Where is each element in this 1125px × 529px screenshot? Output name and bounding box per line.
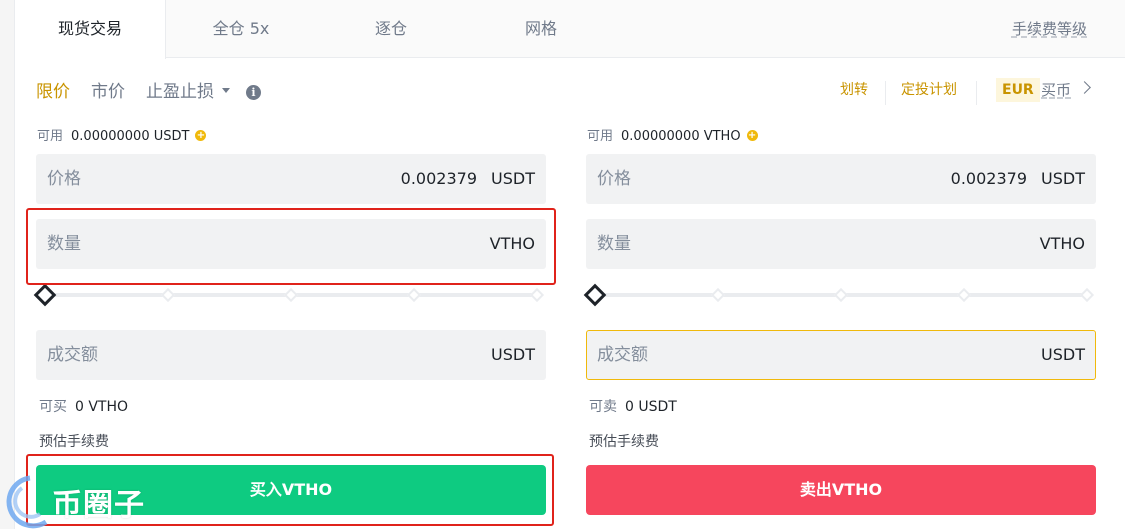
divider (976, 81, 977, 105)
sell-button[interactable]: 卖出VTHO (586, 465, 1096, 515)
sell-price-input[interactable]: 价格 0.002379 USDT (586, 154, 1096, 204)
sell-price-value: 0.002379 (950, 169, 1027, 188)
buy-fee-estimate: 预估手续费 (39, 434, 109, 450)
divider (885, 81, 886, 105)
sell-total-input[interactable]: 成交额 USDT (586, 330, 1096, 380)
sell-total-label: 成交额 (597, 345, 648, 365)
sell-amount-input[interactable]: 数量 VTHO (586, 219, 1096, 269)
sell-amount-label: 数量 (597, 234, 631, 254)
buy-available: 可用 0.00000000 USDT + (37, 125, 207, 144)
transfer-link[interactable]: 划转 (840, 78, 868, 102)
buy-price-input[interactable]: 价格 0.002379 USDT (36, 154, 546, 204)
trade-mode-tabs: 现货交易 全仓 5x 逐仓 网格 手续费等级 (15, 0, 1125, 59)
buy-available-label: 可用 (37, 129, 64, 144)
buy-amount-slider[interactable] (33, 283, 546, 307)
slider-stop-100[interactable] (1079, 287, 1095, 303)
sell-max: 可卖 0 USDT (589, 396, 677, 416)
tab-grid[interactable]: 网格 (466, 0, 616, 58)
slider-stop-50[interactable] (833, 287, 849, 303)
currency-badge[interactable]: EUR (996, 78, 1040, 102)
buy-price-unit: USDT (491, 169, 535, 188)
watermark-logo-icon (6, 475, 48, 529)
slider-stop-75[interactable] (956, 287, 972, 303)
buy-price-label: 价格 (47, 169, 81, 189)
slider-stop-50[interactable] (283, 287, 299, 303)
order-type-market[interactable]: 市价 (91, 78, 125, 106)
slider-handle[interactable] (33, 283, 57, 307)
tab-cross-margin[interactable]: 全仓 5x (166, 0, 316, 58)
slider-stop-75[interactable] (406, 287, 422, 303)
top-right-links: 划转 定投计划 EUR 买币 (838, 78, 1125, 106)
order-type-stop-label: 止盈止损 (146, 82, 214, 102)
buy-max: 可买 0 VTHO (39, 396, 128, 416)
auto-invest-link[interactable]: 定投计划 (901, 78, 957, 102)
buy-amount-input[interactable]: 数量 VTHO (36, 219, 546, 269)
fee-level-link[interactable]: 手续费等级 (1012, 0, 1087, 58)
buy-max-value: 0 VTHO (75, 399, 129, 415)
buy-total-unit: USDT (491, 345, 535, 364)
buy-available-value: 0.00000000 USDT (71, 129, 190, 144)
watermark-text: 币圈子 (52, 488, 145, 523)
slider-stop-25[interactable] (160, 287, 176, 303)
tab-isolated-margin[interactable]: 逐仓 (316, 0, 466, 58)
chevron-right-icon[interactable] (1078, 81, 1091, 94)
info-icon[interactable]: i (246, 85, 261, 100)
sell-amount-unit: VTHO (1039, 234, 1085, 253)
buy-coin-link[interactable]: 买币 (1041, 78, 1071, 102)
left-panel-edge (0, 0, 15, 529)
slider-stop-100[interactable] (529, 287, 545, 303)
order-type-stop-dropdown[interactable]: 止盈止损 (146, 78, 230, 106)
sell-available-value: 0.00000000 VTHO (621, 129, 741, 144)
buy-total-label: 成交额 (47, 345, 98, 365)
sell-available: 可用 0.00000000 VTHO + (587, 125, 758, 144)
buy-price-value: 0.002379 (400, 169, 477, 188)
slider-handle[interactable] (583, 283, 607, 307)
buy-max-label: 可买 (39, 399, 67, 415)
slider-stop-25[interactable] (710, 287, 726, 303)
tab-spot[interactable]: 现货交易 (15, 0, 166, 59)
buy-total-input[interactable]: 成交额 USDT (36, 330, 546, 380)
sell-max-value: 0 USDT (625, 399, 677, 415)
sell-fee-estimate: 预估手续费 (589, 434, 659, 450)
buy-amount-unit: VTHO (489, 234, 535, 253)
sell-total-unit: USDT (1041, 345, 1085, 364)
sell-max-label: 可卖 (589, 399, 617, 415)
watermark: 币圈子 (0, 470, 160, 529)
order-type-limit[interactable]: 限价 (36, 78, 70, 106)
add-funds-icon[interactable]: + (195, 130, 207, 141)
sell-price-unit: USDT (1041, 169, 1085, 188)
sell-price-label: 价格 (597, 169, 631, 189)
add-funds-icon[interactable]: + (746, 130, 758, 141)
sell-available-label: 可用 (587, 129, 614, 144)
caret-down-icon (222, 87, 230, 93)
buy-amount-label: 数量 (47, 234, 81, 254)
sell-amount-slider[interactable] (583, 283, 1096, 307)
